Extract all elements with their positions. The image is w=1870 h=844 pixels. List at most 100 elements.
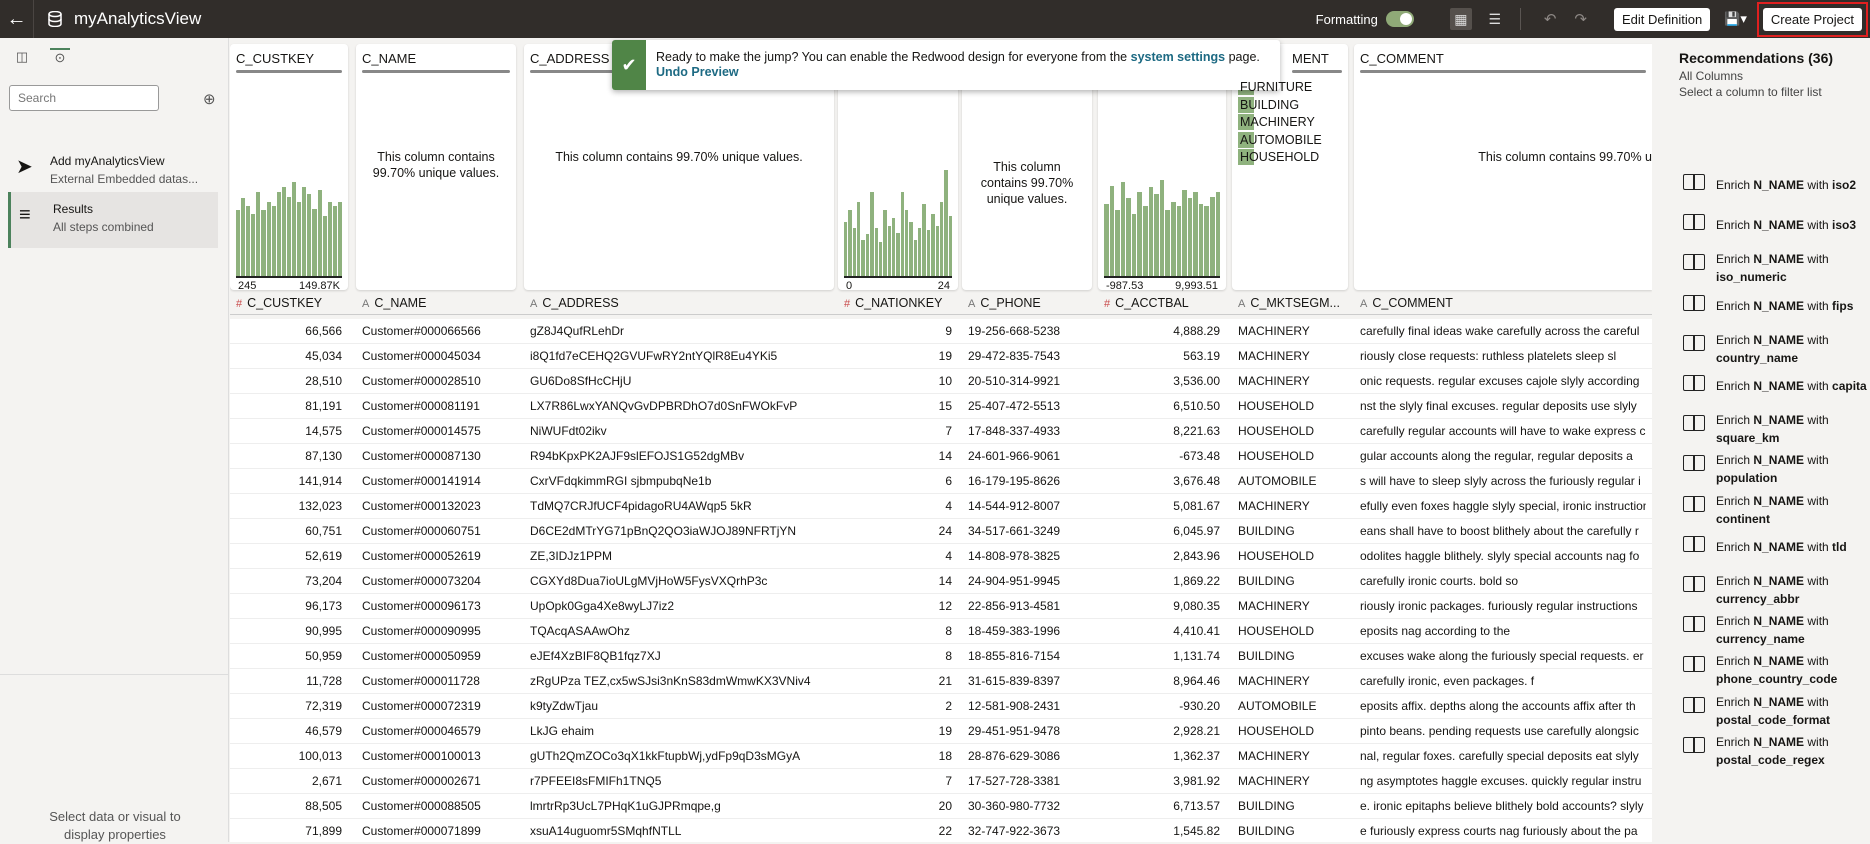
table-row[interactable]: 46,579 Customer#000046579 LkJG ehaim 19 29-4… bbox=[230, 719, 1652, 744]
recommendation-item[interactable]: Enrich N_NAME with square_km bbox=[1669, 405, 1870, 445]
filter-label: All Columns bbox=[1679, 69, 1744, 83]
search-input[interactable]: Search bbox=[9, 85, 159, 111]
rec-enrich: Enrich bbox=[1716, 379, 1754, 393]
data-grid: C_CUSTKEY 245 149.87K C_NAME This column… bbox=[230, 38, 1652, 842]
rec-enrich: Enrich bbox=[1716, 453, 1754, 468]
table-cell: 21 bbox=[938, 674, 952, 688]
back-arrow-icon[interactable]: ← bbox=[0, 0, 34, 38]
recommendation-item[interactable]: Enrich N_NAME with currency_abbr bbox=[1669, 566, 1870, 606]
rec-column: N_NAME bbox=[1753, 332, 1805, 347]
recommendation-item[interactable]: Enrich N_NAME with postal_code_format bbox=[1669, 687, 1870, 727]
table-body: 66,566 Customer#000066566 gZ8J4QufRLehDr 9 1… bbox=[230, 319, 1652, 842]
column-header-cacctbal[interactable]: # C_ACCTBAL bbox=[1104, 296, 1226, 310]
table-cell: Customer#000096173 bbox=[362, 599, 481, 613]
rec-field: square_km bbox=[1716, 431, 1780, 446]
table-cell: Customer#000090995 bbox=[362, 624, 481, 638]
table-cell: gUTh2QmZOCo3qX1kkFtupbWj,ydFp9qD3sMGyA bbox=[530, 749, 801, 763]
table-row[interactable]: 72,319 Customer#000072319 k9tyZdwTjau 2 12-5… bbox=[230, 694, 1652, 719]
category-item[interactable]: HOUSEHOLD bbox=[1238, 148, 1319, 166]
recommendation-item[interactable]: Enrich N_NAME with iso3 bbox=[1669, 204, 1870, 234]
recommendation-item[interactable]: Enrich N_NAME with phone_country_code bbox=[1669, 646, 1870, 686]
column-header-ccomment[interactable]: A C_COMMENT bbox=[1360, 296, 1652, 310]
category-item[interactable]: FURNITURE bbox=[1238, 78, 1312, 96]
category-item[interactable]: MACHINERY bbox=[1238, 113, 1315, 131]
histogram-bar bbox=[1137, 192, 1143, 276]
recommendation-item[interactable]: Enrich N_NAME with currency_name bbox=[1669, 606, 1870, 646]
profile-card-name[interactable]: C_NAME This column contains 99.70% uniqu… bbox=[356, 44, 516, 290]
table-row[interactable]: 14,575 Customer#000014575 NiWUFdt02ikv 7 17-… bbox=[230, 419, 1652, 444]
column-type-icon: A bbox=[1360, 298, 1368, 310]
recommendation-item[interactable]: Enrich N_NAME with iso_numeric bbox=[1669, 244, 1870, 284]
system-settings-link[interactable]: system settings bbox=[1131, 50, 1225, 64]
category-item[interactable]: BUILDING bbox=[1238, 96, 1299, 114]
recommendation-item[interactable]: Enrich N_NAME with tld bbox=[1669, 526, 1870, 556]
table-cell: 14,575 bbox=[305, 424, 342, 438]
table-row[interactable]: 73,204 Customer#000073204 CGXYd8Dua7ioULgM… bbox=[230, 569, 1652, 594]
table-row[interactable]: 11,728 Customer#000011728 zRgUPza TEZ,cx5w… bbox=[230, 669, 1652, 694]
card-title: C_CUSTKEY bbox=[236, 51, 315, 66]
edit-definition-button[interactable]: Edit Definition bbox=[1613, 7, 1711, 31]
create-project-button[interactable]: Create Project bbox=[1762, 7, 1862, 31]
column-name: C_ADDRESS bbox=[542, 296, 619, 310]
recommendation-item[interactable]: Enrich N_NAME with population bbox=[1669, 445, 1870, 485]
table-row[interactable]: 2,671 Customer#000002671 r7PFEEI8sFMIFh1TN… bbox=[230, 769, 1652, 794]
redo-icon[interactable]: ↷ bbox=[1574, 10, 1587, 28]
profile-card-mktsegment[interactable]: MENT FURNITURE BUILDING MACHINERY AUTOMOBIL… bbox=[1232, 44, 1348, 290]
table-row[interactable]: 81,191 Customer#000081191 LX7R86LwxYANQvGv… bbox=[230, 394, 1652, 419]
rec-enrich: Enrich bbox=[1716, 332, 1754, 347]
category-label: BUILDING bbox=[1240, 97, 1300, 112]
table-row[interactable]: 52,619 Customer#000052619 ZE,3IDJz1PPM 4 14-… bbox=[230, 544, 1652, 569]
data-tab-icon[interactable]: ◫ bbox=[12, 48, 32, 66]
table-row[interactable]: 45,034 Customer#000045034 i8Q1fd7eCEHQ2GVU… bbox=[230, 344, 1652, 369]
list-view-icon[interactable]: ☰ bbox=[1484, 8, 1506, 30]
profile-card-comment[interactable]: C_COMMENT This column contains 99.70% u bbox=[1354, 44, 1652, 290]
category-label: AUTOMOBILE bbox=[1240, 132, 1322, 147]
undo-preview-link[interactable]: Undo Preview bbox=[656, 65, 739, 79]
table-cell: 1,545.82 bbox=[1173, 824, 1220, 838]
category-item[interactable]: AUTOMOBILE bbox=[1238, 131, 1322, 149]
column-header-cname[interactable]: A C_NAME bbox=[362, 296, 516, 310]
table-row[interactable]: 90,995 Customer#000090995 TQAcqASAAwOhz 8 18… bbox=[230, 619, 1652, 644]
table-cell: 2,928.21 bbox=[1173, 724, 1220, 738]
table-row[interactable]: 87,130 Customer#000087130 R94bKpxPK2AJF9sl… bbox=[230, 444, 1652, 469]
recommendation-item[interactable]: Enrich N_NAME with continent bbox=[1669, 486, 1870, 526]
toast-text: Ready to make the jump? You can enable t… bbox=[656, 50, 1128, 64]
column-header-caddress[interactable]: A C_ADDRESS bbox=[530, 296, 834, 310]
table-row[interactable]: 88,505 Customer#000088505 lmrtrRp3UcL7PHqK… bbox=[230, 794, 1652, 819]
column-header-ccustkey[interactable]: # C_CUSTKEY bbox=[236, 296, 348, 310]
column-header-cphone[interactable]: A C_PHONE bbox=[968, 296, 1092, 310]
filter-hint: Select a column to filter list bbox=[1679, 85, 1822, 99]
recommendation-item[interactable]: Enrich N_NAME with iso2 bbox=[1669, 164, 1870, 194]
recommendation-item[interactable]: Enrich N_NAME with postal_code_regex bbox=[1669, 727, 1870, 767]
add-circle-icon[interactable]: ⊕ bbox=[203, 90, 216, 108]
histogram-bar bbox=[1109, 186, 1115, 276]
recommendation-text: Enrich N_NAME with currency_name bbox=[1716, 612, 1829, 648]
table-row[interactable]: 50,959 Customer#000050959 eJEf4XzBIF8QB1fq… bbox=[230, 644, 1652, 669]
table-cell: 4 bbox=[945, 549, 952, 563]
table-cell: Customer#000081191 bbox=[362, 399, 480, 413]
recommendation-item[interactable]: Enrich N_NAME with fips bbox=[1669, 285, 1870, 315]
table-cell: Customer#000066566 bbox=[362, 324, 481, 338]
recommendation-item[interactable]: Enrich N_NAME with country_name bbox=[1669, 325, 1870, 365]
table-row[interactable]: 28,510 Customer#000028510 GU6Do8SfHcCHjU 10… bbox=[230, 369, 1652, 394]
table-row[interactable]: 100,013 Customer#000100013 gUTh2QmZOCo3qX1… bbox=[230, 744, 1652, 769]
table-row[interactable]: 132,023 Customer#000132023 TdMQ7CRJfUCF4pi… bbox=[230, 494, 1652, 519]
table-row[interactable]: 96,173 Customer#000096173 UpOpk0Gga4Xe8wyL… bbox=[230, 594, 1652, 619]
table-cell: 2,843.96 bbox=[1173, 549, 1220, 563]
save-icon[interactable]: 💾▾ bbox=[1724, 11, 1747, 27]
formatting-toggle[interactable] bbox=[1385, 11, 1414, 27]
table-row[interactable]: 71,899 Customer#000071899 xsuA14uguomr5SMq… bbox=[230, 819, 1652, 842]
histogram-bar bbox=[1215, 192, 1221, 276]
column-header-cnationkey[interactable]: # C_NATIONKEY bbox=[844, 296, 958, 310]
table-row[interactable]: 141,914 Customer#000141914 CxrVFdqkimmRGI … bbox=[230, 469, 1652, 494]
recommendation-item[interactable]: Enrich N_NAME with capita bbox=[1669, 365, 1870, 395]
column-header-cmktsegm[interactable]: A C_MKTSEGM... bbox=[1238, 296, 1348, 310]
profile-card-custkey[interactable]: C_CUSTKEY 245 149.87K bbox=[230, 44, 348, 292]
steps-tab-icon[interactable]: ⊙ bbox=[50, 48, 70, 66]
table-row[interactable]: 66,566 Customer#000066566 gZ8J4QufRLehDr 9 1… bbox=[230, 319, 1652, 344]
table-row[interactable]: 60,751 Customer#000060751 D6CE2dMTrYG71pBn… bbox=[230, 519, 1652, 544]
rec-column: N_NAME bbox=[1753, 614, 1805, 629]
grid-view-icon[interactable]: ▦ bbox=[1449, 8, 1472, 30]
undo-icon[interactable]: ↶ bbox=[1544, 10, 1557, 28]
step-results[interactable]: ≡ Results All steps combined bbox=[8, 192, 218, 248]
